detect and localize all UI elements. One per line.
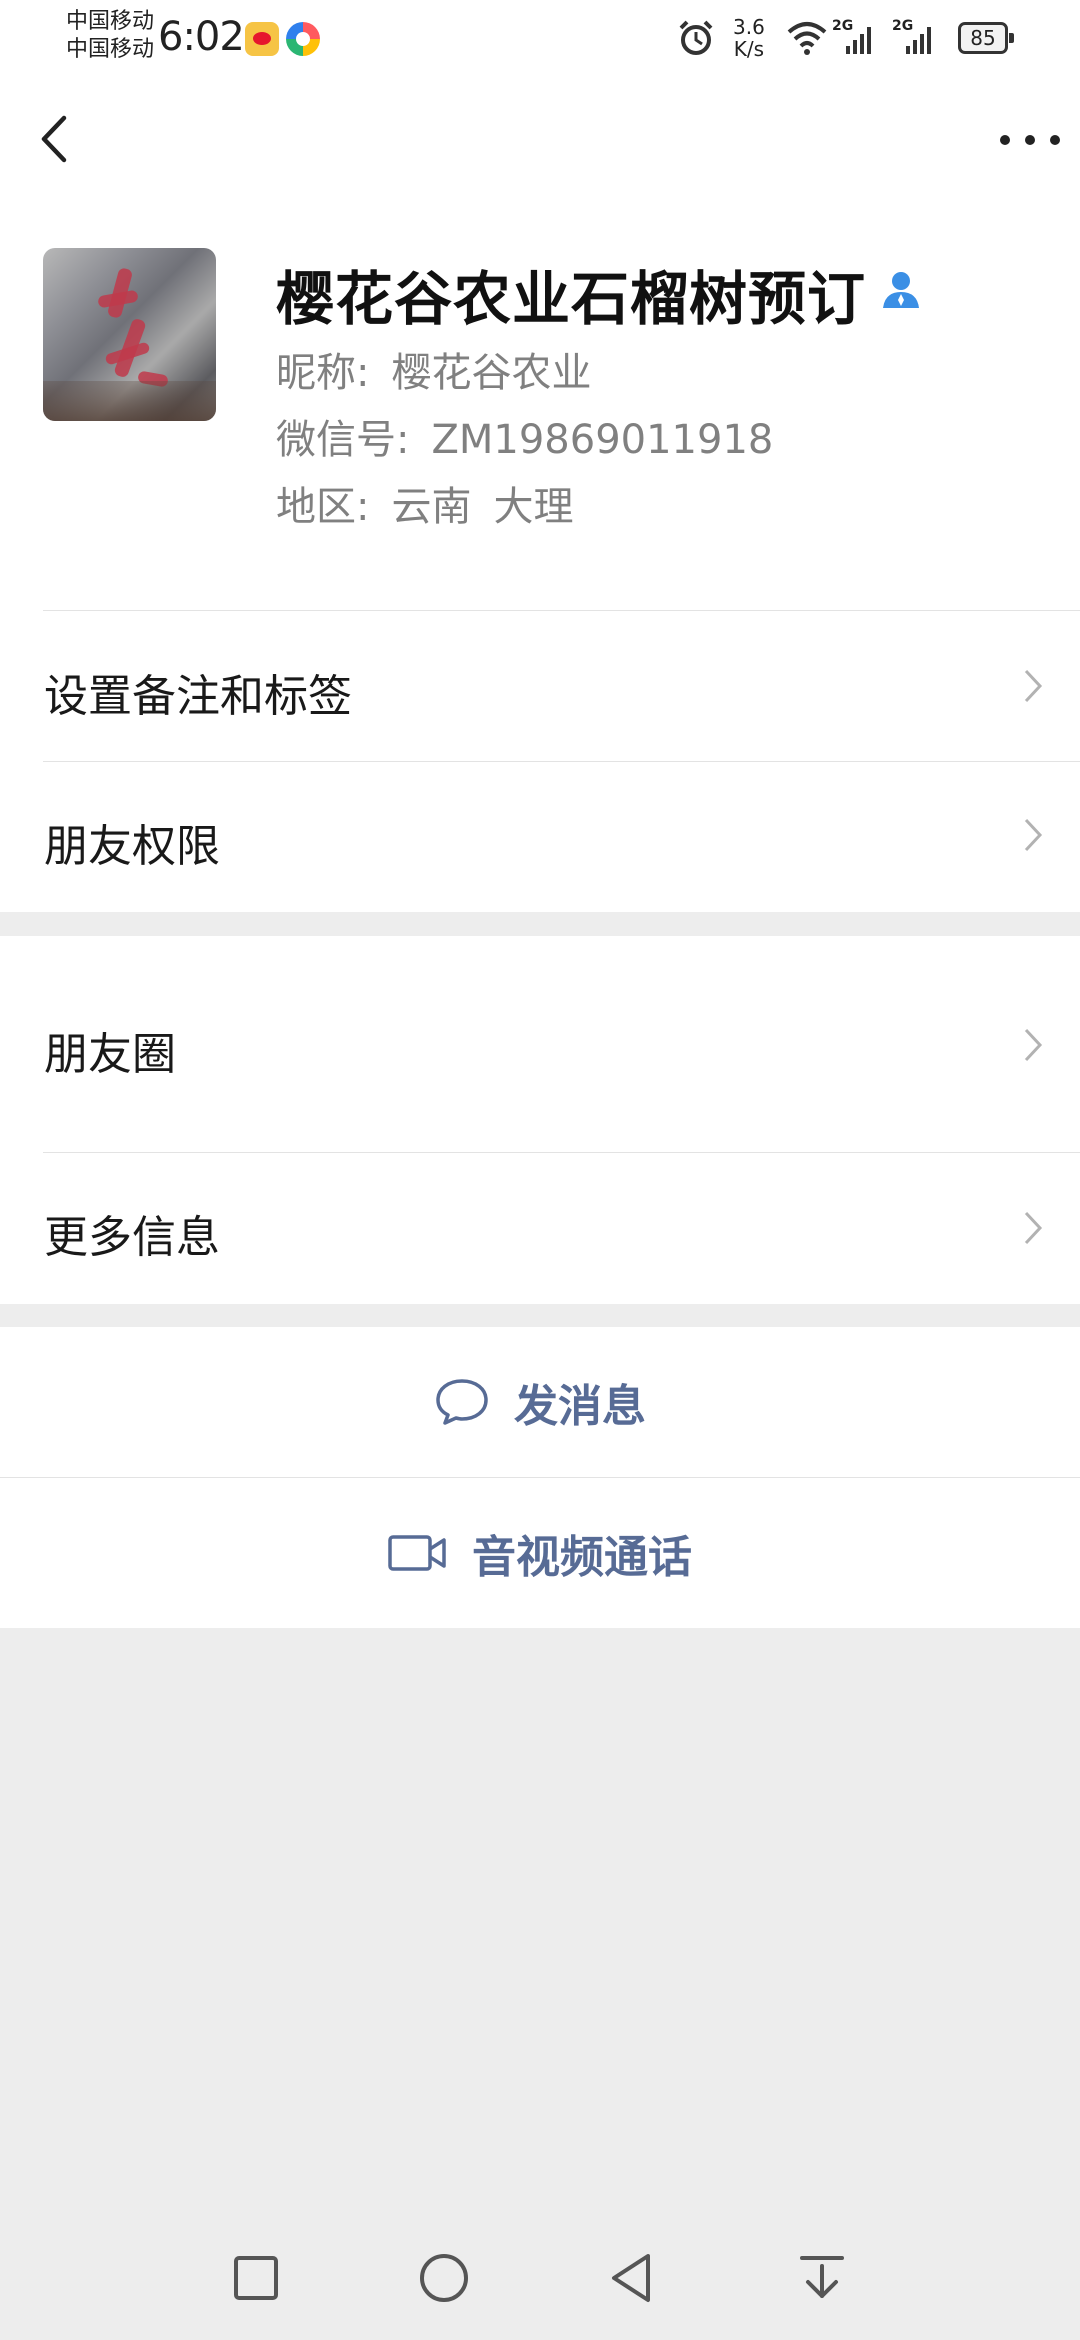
person-icon [883, 272, 919, 308]
top-nav [0, 78, 1080, 210]
chevron-right-icon [1024, 1028, 1043, 1062]
carrier-labels: 中国移动 中国移动 [66, 8, 154, 64]
status-time: 6:02 [158, 14, 245, 60]
signal-icon: 2G [892, 18, 942, 58]
chevron-right-icon [1024, 1211, 1043, 1245]
chevron-right-icon [1024, 818, 1043, 852]
info-group: 朋友圈 更多信息 [0, 936, 1080, 1304]
moments-row[interactable]: 朋友圈 [0, 936, 1080, 1152]
region-label: 地区: [276, 484, 370, 530]
system-nav-bar [0, 2210, 1080, 2340]
home-icon[interactable] [416, 2250, 472, 2306]
wifi-icon [787, 22, 827, 55]
nickname-value: 樱花谷农业 [391, 350, 592, 396]
video-camera-icon [388, 1535, 446, 1571]
chat-bubble-icon [436, 1379, 488, 1425]
wechat-id-label: 微信号: [276, 417, 410, 463]
av-call-label: 音视频通话 [472, 1532, 692, 1583]
status-bar: 中国移动 中国移动 6:02 3.6 K/s 2G 2G 85 [0, 0, 1080, 78]
more-info-label: 更多信息 [44, 1212, 220, 1263]
recent-apps-icon[interactable] [228, 2250, 284, 2306]
settings-group: 设置备注和标签 朋友权限 [0, 610, 1080, 912]
weibo-icon [245, 22, 279, 56]
carrier-2: 中国移动 [66, 37, 155, 62]
net-speed-value: 3.6 [733, 15, 765, 39]
alarm-icon [679, 20, 713, 55]
chevron-left-icon[interactable] [34, 108, 78, 170]
send-message-button[interactable]: 发消息 [0, 1327, 1080, 1477]
signal-icon: 2G [832, 18, 882, 58]
net-speed-unit: K/s [733, 37, 765, 61]
battery-icon: 85 [958, 22, 1014, 54]
profile-card: 樱花谷农业石榴树预订 昵称: 樱花谷农业 微信号: ZM19869011918 地区… [0, 210, 1080, 610]
more-info-row[interactable]: 更多信息 [0, 1153, 1080, 1304]
wechat-id-line: 微信号: ZM19869011918 [276, 407, 773, 465]
app-icon [286, 22, 320, 56]
remark-tags-row[interactable]: 设置备注和标签 [0, 610, 1080, 762]
region-province: 云南 [391, 484, 472, 530]
chevron-right-icon [1024, 669, 1043, 703]
region-line: 地区: 云南 大理 [276, 474, 573, 532]
moments-label: 朋友圈 [44, 1029, 176, 1080]
more-dots-icon[interactable] [1000, 120, 1060, 160]
profile-title: 樱花谷农业石榴树预订 [276, 265, 867, 333]
nickname-label: 昵称: [276, 350, 370, 396]
net-speed: 3.6 K/s [733, 16, 765, 60]
send-message-label: 发消息 [514, 1381, 646, 1432]
nickname-line: 昵称: 樱花谷农业 [276, 340, 591, 398]
friend-permissions-label: 朋友权限 [44, 821, 220, 872]
notification-pulldown-icon[interactable] [794, 2250, 850, 2306]
region-city: 大理 [493, 484, 574, 530]
av-call-button[interactable]: 音视频通话 [0, 1478, 1080, 1628]
back-icon[interactable] [604, 2250, 660, 2306]
remark-tags-label: 设置备注和标签 [44, 671, 352, 722]
carrier-1: 中国移动 [66, 9, 155, 34]
avatar[interactable] [43, 248, 216, 421]
friend-permissions-row[interactable]: 朋友权限 [0, 762, 1080, 912]
wechat-id-value[interactable]: ZM19869011918 [431, 417, 773, 463]
